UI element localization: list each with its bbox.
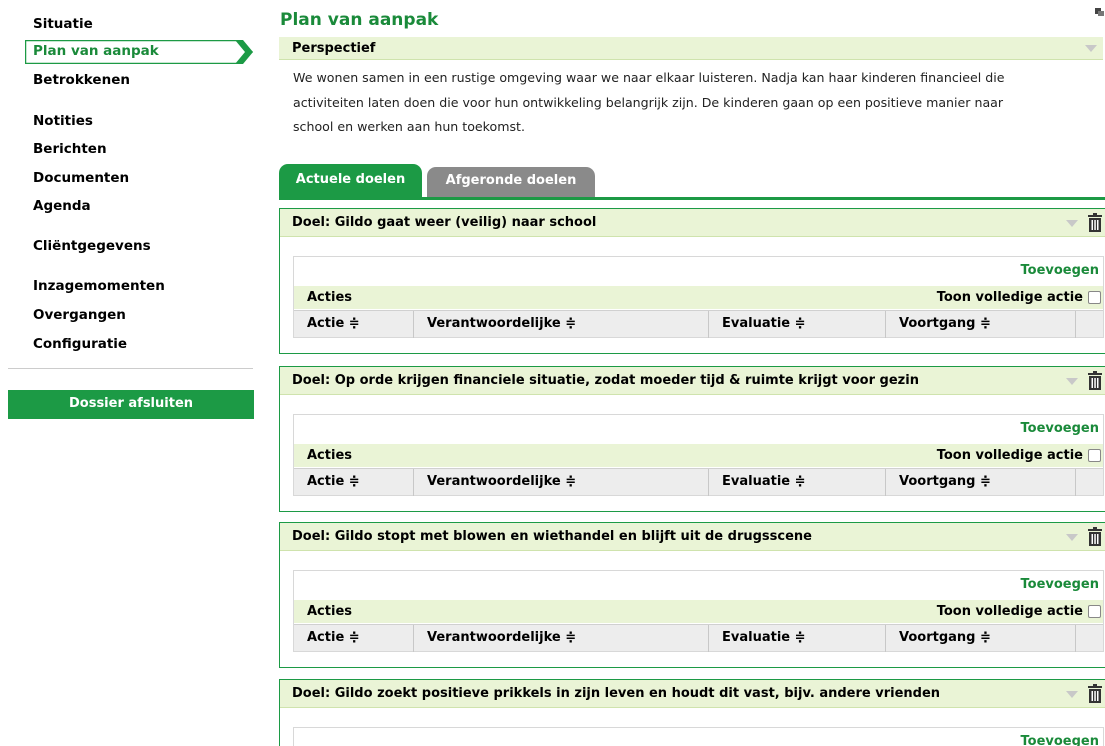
goal-panel: Doel: Op orde krijgen financiele situati… [279,366,1105,512]
goal-header[interactable]: Doel: Gildo stopt met blowen en wiethand… [280,523,1105,551]
toevoegen-link[interactable]: Toevoegen [1021,263,1100,278]
page-title: Plan van aanpak [280,10,439,30]
actions-bar: Acties Toon volledige actie [294,600,1103,623]
goal-title: Doel: Gildo gaat weer (veilig) naar scho… [292,215,597,230]
trash-icon[interactable] [1087,684,1103,703]
goal-panel: Doel: Gildo stopt met blowen en wiethand… [279,522,1105,668]
actions-label: Acties [307,604,352,619]
show-full-action-label: Toon volledige actie [936,290,1083,305]
sidebar-item-plan-van-aanpak[interactable]: Plan van aanpak [25,40,253,64]
sidebar-item-situatie[interactable]: Situatie [33,16,93,32]
chevron-down-icon[interactable] [1066,378,1078,385]
perspective-line: activiteiten laten doen die voor hun ont… [293,94,1004,110]
perspective-title: Perspectief [292,41,376,56]
toevoegen-link[interactable]: Toevoegen [1021,577,1100,592]
goal-header[interactable]: Doel: Op orde krijgen financiele situati… [280,367,1105,395]
actions-table: Toevoegen Acties Toon volledige actie Ac… [293,256,1104,338]
sidebar-item-label: Plan van aanpak [33,43,159,59]
trash-icon[interactable] [1087,371,1103,390]
tab-underline [279,197,1105,200]
tab-afgeronde-doelen[interactable]: Afgeronde doelen [427,167,595,197]
actions-table: Toevoegen [293,727,1104,746]
trash-icon[interactable] [1087,213,1103,232]
perspective-line: school en werken aan hun toekomst. [293,119,525,134]
column-header-actie[interactable]: Actie ≑ [294,311,414,338]
column-header-verantwoordelijke[interactable]: Verantwoordelijke ≑ [414,469,709,496]
sidebar-item-overgangen[interactable]: Overgangen [33,307,126,323]
column-header-voortgang[interactable]: Voortgang ≑ [886,625,1076,652]
column-header-evaluatie[interactable]: Evaluatie ≑ [709,625,886,652]
sidebar-item-documenten[interactable]: Documenten [33,170,129,186]
sidebar-divider [8,368,253,369]
trash-icon[interactable] [1087,527,1103,546]
table-header-row: Actie ≑ Verantwoordelijke ≑ Evaluatie ≑ … [294,624,1103,652]
show-full-action-checkbox[interactable] [1088,291,1101,304]
toevoegen-link[interactable]: Toevoegen [1021,734,1100,746]
actions-label: Acties [307,448,352,463]
chevron-down-icon[interactable] [1066,220,1078,227]
column-header-verantwoordelijke[interactable]: Verantwoordelijke ≑ [414,311,709,338]
show-full-action-label: Toon volledige actie [936,604,1083,619]
column-header-evaluatie[interactable]: Evaluatie ≑ [709,469,886,496]
actions-bar: Acties Toon volledige actie [294,444,1103,467]
goal-title: Doel: Gildo zoekt positieve prikkels in … [292,686,941,701]
dossier-afsluiten-button[interactable]: Dossier afsluiten [8,390,254,419]
column-header-actie[interactable]: Actie ≑ [294,625,414,652]
show-full-action-checkbox[interactable] [1088,449,1101,462]
goal-header[interactable]: Doel: Gildo zoekt positieve prikkels in … [280,680,1105,708]
column-header-evaluatie[interactable]: Evaluatie ≑ [709,311,886,338]
chevron-down-icon[interactable] [1066,534,1078,541]
table-header-row: Actie ≑ Verantwoordelijke ≑ Evaluatie ≑ … [294,468,1103,496]
export-icon-glyph [1095,8,1104,16]
perspective-text: We wonen samen in een rustige omgeving w… [293,66,1103,140]
show-full-action-label: Toon volledige actie [936,448,1083,463]
sidebar-item-clientgegevens[interactable]: Cliëntgegevens [33,238,151,254]
sidebar-item-betrokkenen[interactable]: Betrokkenen [33,72,130,88]
chevron-down-icon[interactable] [1085,45,1097,52]
goal-panel: Doel: Gildo gaat weer (veilig) naar scho… [279,208,1105,354]
goal-panel: Doel: Gildo zoekt positieve prikkels in … [279,679,1105,746]
toevoegen-link[interactable]: Toevoegen [1021,421,1100,436]
sidebar-item-notities[interactable]: Notities [33,113,93,129]
column-header-actie[interactable]: Actie ≑ [294,469,414,496]
actions-table: Toevoegen Acties Toon volledige actie Ac… [293,414,1104,496]
goal-title: Doel: Gildo stopt met blowen en wiethand… [292,529,812,544]
tab-actuele-doelen[interactable]: Actuele doelen [279,164,422,198]
chevron-down-icon[interactable] [1066,691,1078,698]
show-full-action-checkbox[interactable] [1088,605,1101,618]
sidebar-item-configuratie[interactable]: Configuratie [33,336,127,352]
sidebar-item-inzagemomenten[interactable]: Inzagemomenten [33,278,165,294]
column-header-verantwoordelijke[interactable]: Verantwoordelijke ≑ [414,625,709,652]
goal-header[interactable]: Doel: Gildo gaat weer (veilig) naar scho… [280,209,1105,237]
column-header-voortgang[interactable]: Voortgang ≑ [886,469,1076,496]
export-icon[interactable] [1095,6,1105,20]
actions-bar: Acties Toon volledige actie [294,286,1103,309]
actions-table: Toevoegen Acties Toon volledige actie Ac… [293,570,1104,652]
sidebar-item-agenda[interactable]: Agenda [33,198,91,214]
column-header-voortgang[interactable]: Voortgang ≑ [886,311,1076,338]
actions-label: Acties [307,290,352,305]
perspective-header[interactable]: Perspectief [279,37,1103,60]
goal-title: Doel: Op orde krijgen financiele situati… [292,373,919,388]
sidebar-item-berichten[interactable]: Berichten [33,141,107,157]
table-header-row: Actie ≑ Verantwoordelijke ≑ Evaluatie ≑ … [294,310,1103,338]
perspective-line: We wonen samen in een rustige omgeving w… [293,70,1005,85]
